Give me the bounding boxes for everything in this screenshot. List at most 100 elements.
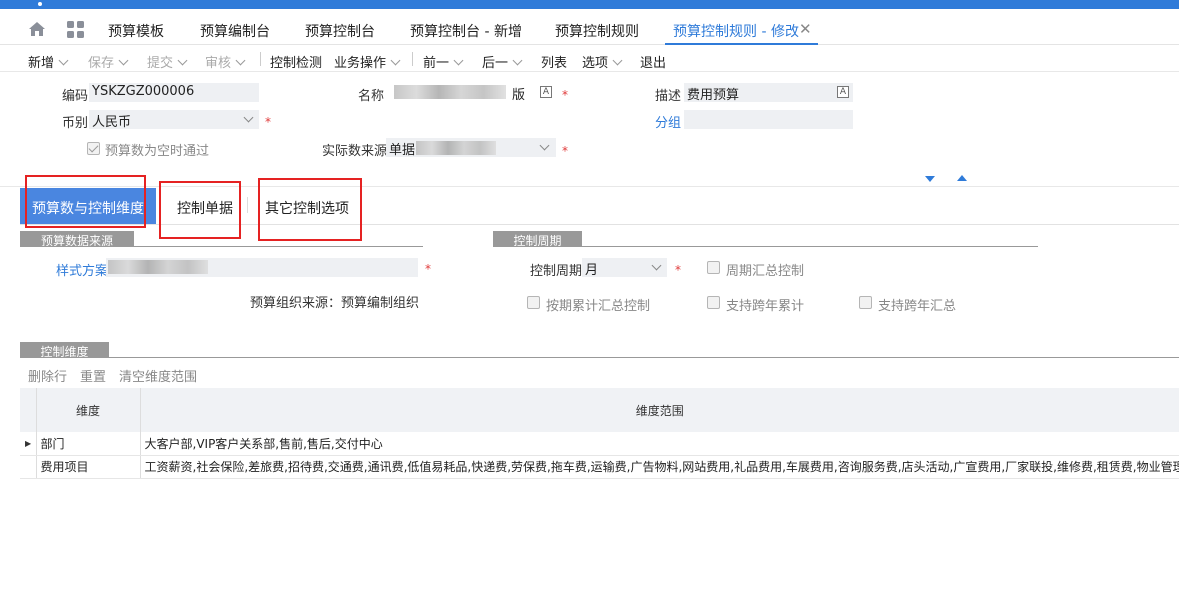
table-header-row: 维度 维度范围 <box>20 388 1179 432</box>
row-indicator-header <box>20 388 36 432</box>
name-field[interactable]: 版 <box>384 83 557 102</box>
reset-button[interactable]: 重置 <box>80 366 106 385</box>
list-button[interactable]: 列表 <box>541 52 567 71</box>
redacted-blur <box>394 85 506 99</box>
section-line <box>20 246 423 247</box>
tab-budget-template[interactable]: 预算模板 <box>108 21 164 41</box>
top-strip <box>0 0 1179 9</box>
options-button[interactable]: 选项 <box>582 52 623 71</box>
toolbar-divider <box>412 52 413 66</box>
section-header-source: 预算数据来源 <box>20 231 134 248</box>
redacted-blur <box>416 141 496 155</box>
chevron-down-icon <box>612 55 623 66</box>
dimension-table: 维度 维度范围 ▶ 部门 大客户部,VIP客户关系部,售前,售后,交付中心 费用… <box>20 388 1179 479</box>
desc-field[interactable]: 费用预算 <box>684 83 853 102</box>
row-marker <box>20 455 36 479</box>
close-icon[interactable]: ✕ <box>799 20 812 38</box>
name-suffix: 版 <box>512 88 526 102</box>
range-cell[interactable]: 大客户部,VIP客户关系部,售前,售后,交付中心 <box>139 432 1179 456</box>
period-value: 月 <box>585 263 599 277</box>
required-mark: * <box>562 144 568 158</box>
section-header-dims: 控制维度 <box>20 342 109 359</box>
control-check-button[interactable]: 控制检测 <box>270 52 322 71</box>
currency-value: 人民币 <box>92 115 132 129</box>
clear-range-button[interactable]: 清空维度范围 <box>119 366 197 385</box>
annotation-box <box>25 175 146 228</box>
submit-button[interactable]: 提交 <box>147 52 188 71</box>
style-scheme-label[interactable]: 样式方案 <box>56 260 108 279</box>
pass-when-empty-label: 预算数为空时通过 <box>105 144 210 159</box>
code-label: 编码 <box>62 89 89 104</box>
dim-cell[interactable]: 费用项目 <box>35 455 140 479</box>
tab-budget-compile[interactable]: 预算编制台 <box>200 21 270 41</box>
collapse-down-icon[interactable] <box>925 176 935 182</box>
chevron-down-icon <box>118 55 129 66</box>
actual-source-select[interactable]: 单据 <box>386 138 556 157</box>
current-row-marker-icon: ▶ <box>20 432 36 456</box>
save-button[interactable]: 保存 <box>88 52 129 71</box>
redacted-blur <box>108 260 208 274</box>
cross-year-summary-checkbox[interactable] <box>859 296 872 309</box>
desc-label: 描述 <box>655 89 682 104</box>
annotation-box <box>159 181 241 239</box>
column-header-dim[interactable]: 维度 <box>35 388 140 432</box>
new-button[interactable]: 新增 <box>28 52 69 71</box>
table-row[interactable]: 费用项目 工资薪资,社会保险,差旅费,招待费,交通费,通讯费,低值易耗品,快递费… <box>20 455 1179 479</box>
active-tab-indicator <box>665 43 818 45</box>
chevron-down-icon <box>453 55 464 66</box>
group-label[interactable]: 分组 <box>655 112 681 131</box>
tab-budget-control[interactable]: 预算控制台 <box>305 21 375 41</box>
status-dot <box>38 2 42 6</box>
required-mark: * <box>425 262 431 276</box>
business-ops-button[interactable]: 业务操作 <box>334 52 401 71</box>
period-summary-label: 周期汇总控制 <box>726 264 805 279</box>
dim-cell[interactable]: 部门 <box>35 432 140 456</box>
tab-divider <box>247 197 248 213</box>
tab-bar: 预算模板 预算编制台 预算控制台 预算控制台 - 新增 预算控制规则 预算控制规… <box>0 9 1179 45</box>
prev-button[interactable]: 前一 <box>423 52 464 71</box>
chevron-down-icon <box>390 55 401 66</box>
style-scheme-field[interactable] <box>106 258 418 277</box>
cross-year-cumulative-label: 支持跨年累计 <box>726 299 805 314</box>
cumulative-summary-label: 按期累计汇总控制 <box>546 299 651 314</box>
org-source-text: 预算组织来源：预算编制组织 <box>250 296 420 311</box>
grid-menu-icon[interactable] <box>67 21 84 38</box>
audit-button[interactable]: 审核 <box>205 52 246 71</box>
multilang-icon[interactable]: A <box>837 86 849 98</box>
delete-row-button[interactable]: 删除行 <box>28 366 67 385</box>
cross-year-cumulative-checkbox[interactable] <box>707 296 720 309</box>
pass-when-empty-checkbox[interactable] <box>87 142 100 155</box>
section-line <box>493 246 1038 247</box>
required-mark: * <box>675 263 681 277</box>
expand-up-icon[interactable] <box>957 175 967 181</box>
column-header-range[interactable]: 维度范围 <box>139 388 1179 432</box>
name-label: 名称 <box>358 89 385 104</box>
cross-year-summary-label: 支持跨年汇总 <box>878 299 957 314</box>
required-mark: * <box>562 88 568 102</box>
tab-budget-control-rules-edit[interactable]: 预算控制规则 - 修改 <box>673 21 799 41</box>
period-label: 控制周期 <box>530 264 583 279</box>
period-summary-checkbox[interactable] <box>707 261 720 274</box>
home-icon[interactable] <box>28 21 46 37</box>
annotation-box <box>258 178 362 241</box>
section-header-period: 控制周期 <box>493 231 582 248</box>
next-button[interactable]: 后一 <box>482 52 523 71</box>
cumulative-summary-checkbox[interactable] <box>527 296 540 309</box>
exit-button[interactable]: 退出 <box>640 52 666 71</box>
multilang-icon[interactable]: A <box>540 86 552 98</box>
currency-select[interactable]: 人民币 <box>89 110 259 129</box>
actual-source-value: 单据 <box>389 143 416 157</box>
tab-budget-control-new[interactable]: 预算控制台 - 新增 <box>410 21 522 41</box>
section-line <box>20 357 1179 358</box>
range-cell[interactable]: 工资薪资,社会保险,差旅费,招待费,交通费,通讯费,低值易耗品,快递费,劳保费,… <box>139 455 1179 479</box>
table-row[interactable]: ▶ 部门 大客户部,VIP客户关系部,售前,售后,交付中心 <box>20 432 1179 456</box>
chevron-down-icon <box>512 55 523 66</box>
code-field[interactable]: YSKZGZ000006 <box>89 83 259 102</box>
tab-budget-control-rules[interactable]: 预算控制规则 <box>555 21 639 41</box>
actual-source-label: 实际数来源 <box>322 144 388 159</box>
toolbar-divider <box>260 52 261 66</box>
currency-label: 币别 <box>62 116 89 131</box>
chevron-down-icon <box>235 55 246 66</box>
group-field[interactable] <box>684 110 853 129</box>
toolbar: 新增 保存 提交 审核 控制检测 业务操作 前一 后一 列表 选项 退出 <box>0 46 1179 72</box>
